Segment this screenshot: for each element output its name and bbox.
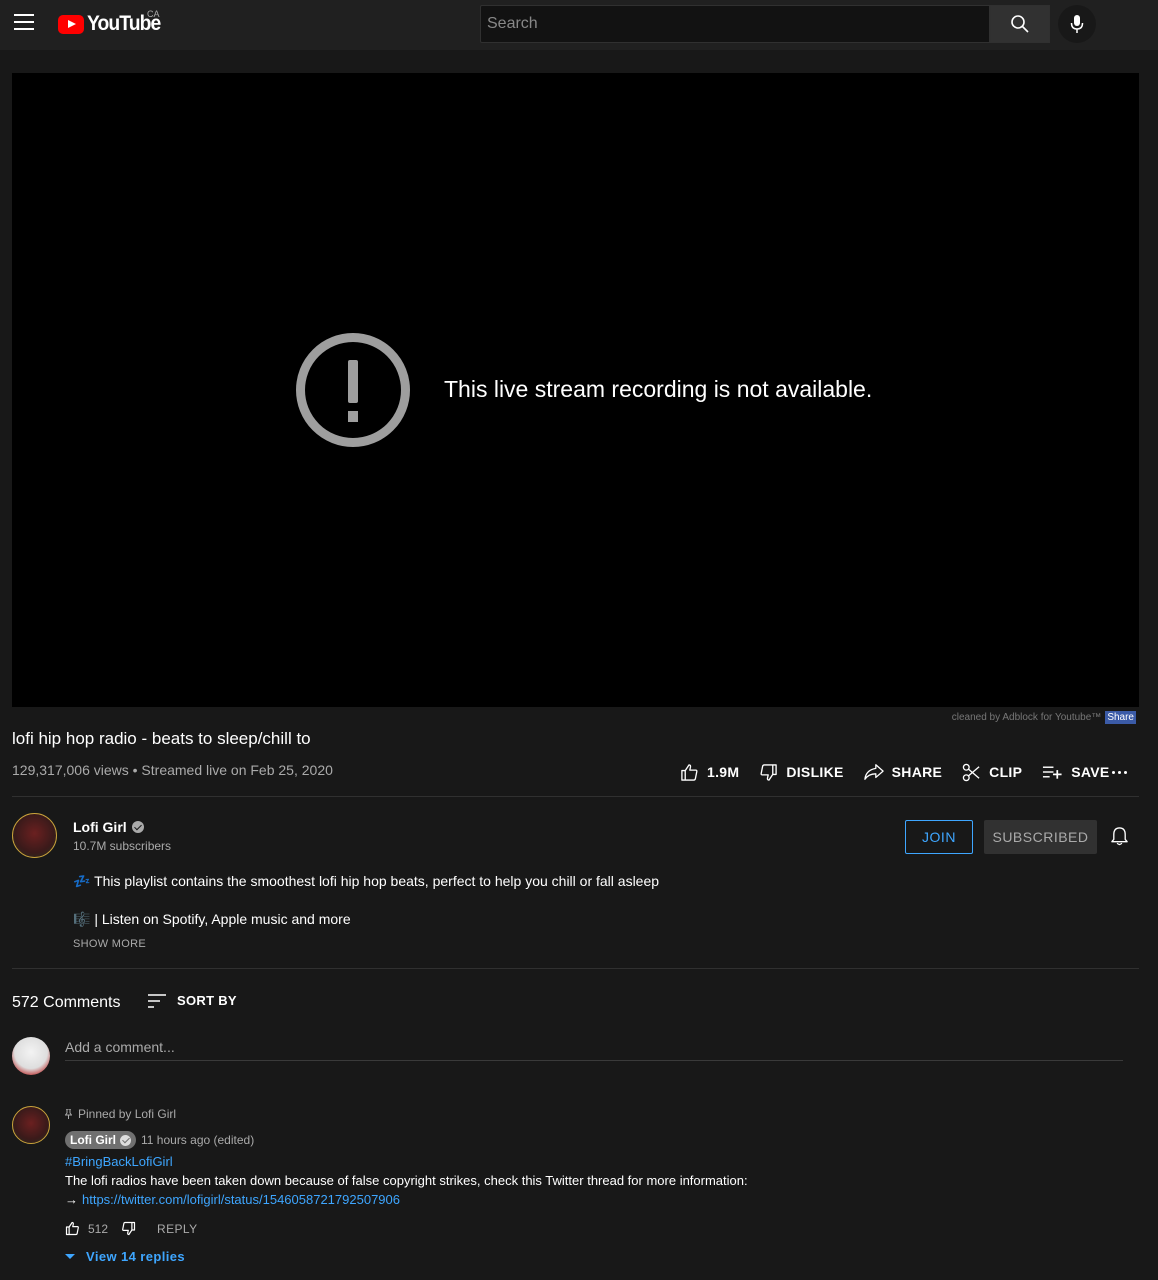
sort-by-button[interactable]: SORT BY [148, 993, 237, 1008]
search-icon [1011, 15, 1029, 33]
top-bar: YouTube CA [0, 0, 1158, 50]
video-player[interactable]: This live stream recording is not availa… [12, 73, 1139, 707]
dislike-button[interactable]: DISLIKE [759, 763, 843, 782]
twitter-link[interactable]: https://twitter.com/lofigirl/status/1546… [82, 1192, 400, 1207]
view-replies-label: View 14 replies [86, 1249, 185, 1264]
channel-avatar[interactable] [12, 813, 57, 858]
comment-like-count: 512 [88, 1221, 109, 1236]
comment-like-icon[interactable] [65, 1221, 80, 1236]
add-comment-input[interactable] [65, 1039, 1123, 1055]
sort-by-label: SORT BY [177, 993, 237, 1008]
verified-check-icon [120, 1134, 131, 1146]
subscribed-button[interactable]: SUBSCRIBED [984, 820, 1097, 854]
subscriber-count: 10.7M subscribers [73, 839, 172, 853]
pin-icon [65, 1109, 72, 1119]
video-actions: 1.9M DISLIKE SHARE CLIP SAVE [680, 761, 1130, 783]
channel-name-row[interactable]: Lofi Girl [73, 819, 144, 835]
description-line: 🎼 | Listen on Spotify, Apple music and m… [73, 911, 351, 927]
video-meta: 129,317,006 views • Streamed live on Feb… [12, 762, 333, 778]
share-button[interactable]: SHARE [863, 763, 943, 781]
arrow-glyph: → [65, 1192, 78, 1207]
comment-dislike-icon[interactable] [121, 1221, 136, 1236]
error-exclamation-icon [296, 333, 410, 447]
comment-author-name: Lofi Girl [70, 1133, 116, 1147]
dislike-label: DISLIKE [786, 764, 844, 780]
pinned-indicator: Pinned by Lofi Girl [65, 1107, 176, 1121]
playlist-add-icon [1043, 766, 1062, 779]
comment-actions: 512 REPLY [65, 1221, 198, 1236]
search-input[interactable] [481, 6, 989, 42]
pinned-label: Pinned by Lofi Girl [78, 1107, 177, 1121]
microphone-icon [1070, 15, 1084, 33]
thumbs-down-icon [760, 763, 778, 781]
comments-count: 572 Comments [12, 994, 121, 1011]
comment-author-avatar[interactable] [12, 1106, 50, 1144]
comment-text: The lofi radios have been taken down bec… [65, 1173, 748, 1188]
save-button[interactable]: SAVE [1042, 764, 1109, 780]
user-avatar[interactable] [12, 1037, 50, 1075]
caret-down-icon [65, 1254, 75, 1259]
youtube-play-icon [58, 14, 84, 34]
verified-check-icon [131, 821, 144, 833]
search-box [480, 5, 990, 43]
adblock-share-button[interactable]: Share [1105, 711, 1136, 724]
player-error-message: This live stream recording is not availa… [444, 376, 873, 402]
scissors-icon [962, 763, 980, 781]
comment-timestamp[interactable]: 11 hours ago (edited) [141, 1133, 254, 1147]
add-comment-box [65, 1039, 1123, 1061]
divider [12, 796, 1139, 797]
video-title: lofi hip hop radio - beats to sleep/chil… [12, 729, 311, 748]
adblock-notice: cleaned by Adblock for Youtube™ Share [952, 711, 1136, 724]
like-count: 1.9M [707, 764, 740, 780]
view-replies-button[interactable]: View 14 replies [65, 1249, 185, 1264]
share-label: SHARE [891, 764, 943, 780]
clip-label: CLIP [989, 764, 1023, 780]
comment-hashtag-link[interactable]: #BringBackLofiGirl [65, 1154, 173, 1169]
channel-name[interactable]: Lofi Girl [73, 819, 127, 835]
comment-link-row: → https://twitter.com/lofigirl/status/15… [65, 1192, 400, 1207]
divider [12, 968, 1139, 969]
comment-author-chip[interactable]: Lofi Girl [65, 1131, 136, 1149]
clip-button[interactable]: CLIP [962, 763, 1022, 782]
comment-author-row: Lofi Girl 11 hours ago (edited) [65, 1131, 254, 1149]
country-code: CA [147, 9, 160, 19]
share-arrow-icon [863, 764, 884, 780]
notification-bell-icon[interactable] [1110, 826, 1129, 851]
thumbs-up-icon [681, 763, 698, 781]
save-label: SAVE [1071, 764, 1110, 780]
sort-icon [148, 993, 166, 1008]
join-button[interactable]: JOIN [905, 820, 973, 854]
adblock-notice-text: cleaned by Adblock for Youtube™ [951, 712, 1102, 723]
description-line: 💤 This playlist contains the smoothest l… [73, 873, 660, 889]
voice-search-button[interactable] [1058, 5, 1096, 43]
reply-button[interactable]: REPLY [157, 1222, 197, 1236]
like-button[interactable]: 1.9M [680, 763, 739, 782]
search-button[interactable] [990, 5, 1050, 43]
more-actions-icon[interactable] [1112, 763, 1127, 781]
show-more-button[interactable]: SHOW MORE [73, 938, 146, 950]
hamburger-menu-icon[interactable] [14, 14, 34, 32]
